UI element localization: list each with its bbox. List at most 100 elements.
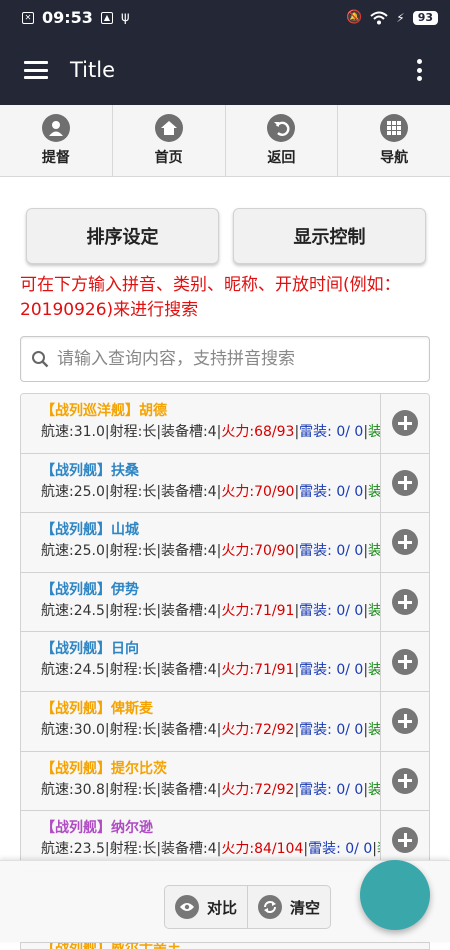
nav-item-admiral[interactable]: 提督 bbox=[0, 105, 113, 176]
ship-info[interactable]: 【战列巡洋舰】胡德 航速:31.0|射程:长|装备槽:4|火力:68/93|雷装:… bbox=[21, 394, 380, 453]
app-bar: Title bbox=[0, 35, 450, 105]
nav-item-home[interactable]: 首页 bbox=[113, 105, 226, 176]
plus-icon bbox=[392, 708, 418, 735]
speed-stat: 航速:31.0 bbox=[41, 424, 105, 440]
ship-info[interactable]: 【战列舰】伊势航速:24.5|射程:长|装备槽:4|火力:71/91|雷装: 0… bbox=[21, 573, 380, 632]
clear-button[interactable]: 清空 bbox=[247, 886, 330, 928]
add-button[interactable] bbox=[380, 394, 429, 453]
status-left: ✕ 09:53 ▲ ψ bbox=[22, 8, 130, 27]
compare-clear-group: 对比 清空 bbox=[164, 885, 332, 929]
speed-stat: 航速:30.8 bbox=[41, 781, 105, 798]
nav-label: 返回 bbox=[267, 150, 296, 166]
add-button[interactable] bbox=[380, 751, 429, 811]
item-title: 【战列舰】山城 bbox=[41, 521, 380, 539]
range-stat: 射程:长 bbox=[109, 662, 157, 679]
nav-item-back[interactable]: 返回 bbox=[226, 105, 339, 176]
list-item: 【战列舰】伊势航速:24.5|射程:长|装备槽:4|火力:71/91|雷装: 0… bbox=[21, 572, 429, 633]
ship-name: 山城 bbox=[111, 522, 139, 539]
search-icon bbox=[32, 351, 49, 368]
usb-icon: ψ bbox=[120, 10, 130, 25]
torpedo-stat: 雷装: 0/ 0 bbox=[299, 602, 364, 619]
status-right: 🔕 ⚡ 93 bbox=[346, 10, 438, 25]
back-icon bbox=[267, 114, 296, 142]
speed-stat: 航速:23.5 bbox=[41, 841, 105, 858]
add-button[interactable] bbox=[380, 632, 429, 691]
range-stat: 射程:长 bbox=[109, 721, 157, 738]
torpedo-stat: 雷装: 0/ 0 bbox=[299, 721, 364, 738]
display-control-button[interactable]: 显示控制 bbox=[233, 208, 426, 264]
speed-stat: 航速:25.0 bbox=[41, 483, 105, 500]
ship-type: 【战列舰】 bbox=[41, 641, 111, 658]
slots-stat: 装备槽:4 bbox=[161, 483, 217, 500]
item-stats: 航速:24.5|射程:长|装备槽:4|火力:71/91|雷装: 0/ 0|装 bbox=[41, 602, 380, 620]
torpedo-stat: 雷装: 0/ 0 bbox=[308, 841, 373, 858]
firepower-stat: 火力:71/91 bbox=[221, 662, 295, 679]
list-item: 【战列巡洋舰】胡德 航速:31.0|射程:长|装备槽:4|火力:68/93|雷装:… bbox=[21, 394, 429, 454]
range-stat: 射程:长 bbox=[109, 841, 157, 858]
item-title: 【战列舰】提尔比茨 bbox=[41, 760, 380, 778]
ship-type: 【战列舰】 bbox=[41, 581, 111, 598]
item-title: 【战列舰】俾斯麦 bbox=[41, 700, 380, 718]
firepower-stat: 火力:84/104 bbox=[221, 841, 304, 858]
menu-icon[interactable] bbox=[24, 61, 48, 79]
action-buttons: 排序设定 显示控制 bbox=[26, 208, 426, 264]
search-box[interactable] bbox=[20, 336, 430, 382]
search-input[interactable] bbox=[57, 349, 429, 369]
torpedo-stat: 雷装: 0/ 0 bbox=[299, 781, 364, 798]
compare-button[interactable]: 对比 bbox=[165, 886, 247, 928]
battery-indicator: 93 bbox=[412, 10, 438, 25]
ship-list: 【战列巡洋舰】胡德 航速:31.0|射程:长|装备槽:4|火力:68/93|雷装:… bbox=[20, 393, 430, 872]
firepower-stat: 火力:70/90 bbox=[221, 543, 295, 560]
list-item: 【战列舰】山城 航速:25.0|射程:长|装备槽:4|火力:70/90|雷装: 0… bbox=[21, 513, 429, 573]
wifi-icon bbox=[370, 11, 388, 24]
sort-settings-button[interactable]: 排序设定 bbox=[26, 208, 219, 264]
ship-info[interactable]: 【战列舰】提尔比茨 航速:30.8|射程:长|装备槽:4|火力:72/92|雷装:… bbox=[21, 752, 380, 811]
torpedo-stat: 雷装: 0/ 0 bbox=[299, 662, 364, 679]
speed-stat: 航速:30.0 bbox=[41, 721, 105, 738]
ship-info[interactable]: 【战列舰】扶桑 航速:25.0|射程:长|装备槽:4|火力:70/90|雷装: 0… bbox=[21, 454, 380, 513]
page-title: Title bbox=[70, 58, 116, 82]
ship-type: 【战列舰】 bbox=[41, 522, 111, 539]
slots-stat: 装备槽:4 bbox=[161, 602, 217, 619]
equip-stat: 装 bbox=[368, 424, 380, 440]
ship-info[interactable]: 【战列舰】俾斯麦 航速:30.0|射程:长|装备槽:4|火力:72/92|雷装: … bbox=[21, 692, 380, 751]
ship-name: 胡德 bbox=[139, 403, 167, 419]
add-button[interactable] bbox=[380, 513, 429, 572]
plus-icon bbox=[392, 648, 418, 675]
firepower-stat: 火力:68/93 bbox=[221, 424, 295, 440]
equip-stat: 装 bbox=[368, 782, 380, 798]
list-item: 【战列舰】扶桑 航速:25.0|射程:长|装备槽:4|火力:70/90|雷装: 0… bbox=[21, 453, 429, 514]
ship-info[interactable]: 【战列舰】山城 航速:25.0|射程:长|装备槽:4|火力:70/90|雷装: 0… bbox=[21, 513, 380, 572]
nav-label: 导航 bbox=[380, 150, 409, 166]
equip-stat: 装 bbox=[368, 662, 380, 678]
item-title: 【战列舰】纳尔逊 bbox=[41, 819, 380, 837]
ship-name: 扶桑 bbox=[111, 462, 139, 479]
range-stat: 射程:长 bbox=[109, 483, 157, 500]
add-button[interactable] bbox=[380, 453, 429, 513]
speed-stat: 航速:25.0 bbox=[41, 543, 105, 560]
item-stats: 航速:25.0|射程:长|装备槽:4|火力:70/90|雷装: 0/ 0|装 bbox=[41, 483, 380, 501]
ship-name: 俾斯麦 bbox=[111, 700, 153, 717]
add-button[interactable] bbox=[380, 572, 429, 632]
status-bar: ✕ 09:53 ▲ ψ 🔕 ⚡ 93 bbox=[0, 0, 450, 35]
ship-name: 伊势 bbox=[111, 581, 139, 598]
app-notification-icon: ▲ bbox=[100, 11, 113, 24]
ship-info[interactable]: 【战列舰】日向 航速:24.5|射程:长|装备槽:4|火力:71/91|雷装: 0… bbox=[21, 632, 380, 691]
item-stats: 航速:25.0|射程:长|装备槽:4|火力:70/90|雷装: 0/ 0|装 bbox=[41, 542, 380, 560]
floating-action-button[interactable] bbox=[360, 860, 430, 930]
nav-item-navigate[interactable]: 导航 bbox=[338, 105, 450, 176]
item-stats: 航速:30.8|射程:长|装备槽:4|火力:72/92|雷装: 0/ 0|装 bbox=[41, 781, 380, 799]
list-item: 【战列舰】俾斯麦 航速:30.0|射程:长|装备槽:4|火力:72/92|雷装: … bbox=[21, 691, 429, 752]
more-options-icon[interactable] bbox=[416, 59, 422, 81]
nav-label: 提督 bbox=[41, 150, 70, 166]
firepower-stat: 火力:72/92 bbox=[221, 781, 295, 798]
range-stat: 射程:长 bbox=[109, 424, 157, 440]
nav-label: 首页 bbox=[154, 150, 183, 166]
slots-stat: 装备槽:4 bbox=[161, 424, 217, 440]
torpedo-stat: 雷装: 0/ 0 bbox=[299, 483, 364, 500]
ship-type: 【战列巡洋舰】 bbox=[41, 403, 139, 419]
slots-stat: 装备槽:4 bbox=[161, 543, 217, 560]
plus-icon bbox=[392, 827, 418, 854]
ship-type: 【战列舰】 bbox=[41, 760, 111, 777]
add-button[interactable] bbox=[380, 691, 429, 751]
